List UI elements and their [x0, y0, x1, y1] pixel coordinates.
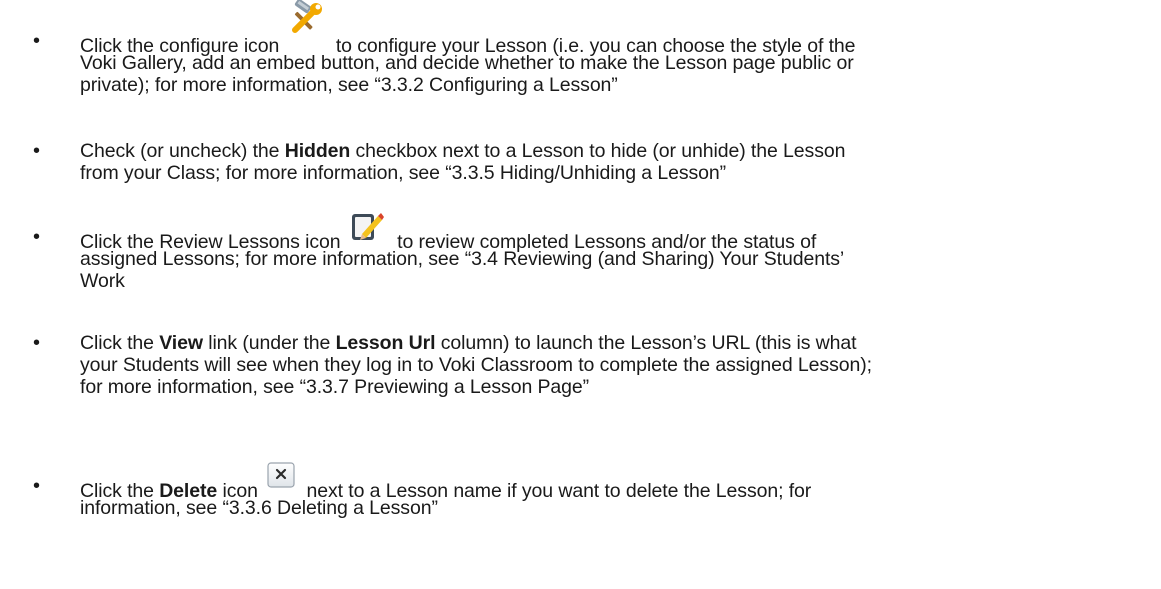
- text-line: Work: [80, 270, 125, 292]
- text-run: column) to launch the Lesson’s URL (this…: [440, 332, 857, 354]
- bullet: •: [33, 226, 41, 248]
- bullet-list: • Click the configure icon to configure …: [0, 0, 1161, 589]
- configure-icon: [285, 0, 331, 52]
- list-item-text: Click the configure icon to configure yo…: [80, 0, 1080, 96]
- bold-term: Hidden: [284, 140, 351, 162]
- review-lessons-icon: [346, 213, 392, 248]
- bullet: •: [33, 332, 41, 354]
- text-run: link (under the: [208, 332, 331, 354]
- bullet: •: [33, 30, 41, 52]
- list-item-text: Click the Review Lessons icon to review …: [80, 213, 1080, 292]
- text-line: from your Class; for more information, s…: [80, 162, 727, 184]
- bullet: •: [33, 475, 41, 497]
- bold-term: Lesson Url: [335, 332, 436, 354]
- text-run: checkbox next to a Lesson to hide (or un…: [355, 140, 846, 162]
- text-line: for more information, see “3.3.7 Preview…: [80, 376, 590, 398]
- wrench-hammer-icon: [291, 0, 322, 33]
- list-item-text: Click the View link (under the Lesson Ur…: [80, 332, 1080, 398]
- list-item-text: Click the Delete icon next to a Lesson n…: [80, 462, 1080, 519]
- list-item-text: Check (or uncheck) the Hidden checkbox n…: [80, 140, 1080, 184]
- text-run: Click the: [80, 332, 154, 354]
- close-x-icon: [267, 462, 295, 488]
- text-line: your Students will see when they log in …: [80, 354, 872, 376]
- text-line: Voki Gallery, add an embed button, and d…: [80, 52, 854, 74]
- text-run: Check (or uncheck) the: [80, 140, 280, 162]
- bold-term: View: [159, 332, 203, 354]
- bullet: •: [33, 140, 41, 162]
- review-lessons-icon: [351, 213, 384, 240]
- text-line: private); for more information, see “3.3…: [80, 74, 618, 96]
- text-line: assigned Lessons; for more information, …: [80, 248, 845, 270]
- delete-icon: [263, 462, 301, 497]
